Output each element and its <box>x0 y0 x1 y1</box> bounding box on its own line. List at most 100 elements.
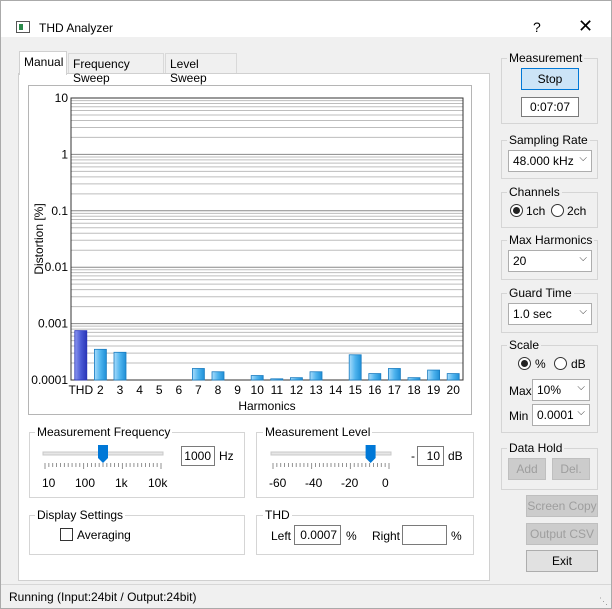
bar-12 <box>289 377 303 381</box>
x-tick-label: 9 <box>234 383 241 397</box>
x-tick-label: 19 <box>427 383 441 397</box>
output-csv-button[interactable]: Output CSV <box>526 523 598 545</box>
status-bar: Running (Input:24bit / Output:24bit) ⋱ <box>1 584 611 608</box>
level-slider-ticks <box>272 463 390 469</box>
elapsed-time: 0:07:07 <box>521 97 579 117</box>
y-axis-label: Distortion [%] <box>32 203 46 274</box>
bar-13 <box>309 371 323 381</box>
bar-11 <box>270 378 284 381</box>
scale-db-radio[interactable] <box>554 357 567 370</box>
thd-left-label: Left <box>271 529 292 543</box>
averaging-label: Averaging <box>77 528 131 542</box>
chevron-down-icon: ⌵ <box>579 306 587 317</box>
harmonics-chart-svg: 10 1 0.1 0.01 0.001 0.0001THD 2 3 4 5 6 7 8 9 10 11 12 13… <box>31 91 464 413</box>
level-sign: - <box>411 449 415 463</box>
frequency-unit: Hz <box>219 449 234 463</box>
scale-min-select[interactable]: 0.0001 ⌵ <box>532 404 590 426</box>
level-tick-40: -40 <box>305 476 323 490</box>
close-button[interactable]: ✕ <box>578 16 593 37</box>
harmonics-chart: 10 1 0.1 0.01 0.001 0.0001 THD 2 3 4 5 6 7 8 9 10 11 12 13… <box>28 85 472 415</box>
frequency-slider-ticks <box>44 463 162 469</box>
x-tick-label: 15 <box>349 383 363 397</box>
resize-grip-icon[interactable]: ⋱ <box>599 596 609 606</box>
guard-time-select[interactable]: 1.0 sec ⌵ <box>508 303 592 325</box>
channels-title: Channels <box>507 185 562 199</box>
x-axis-label: Harmonics <box>238 399 295 413</box>
channel-1ch-radio[interactable] <box>510 204 523 217</box>
sampling-rate-select[interactable]: 48.000 kHz ⌵ <box>508 150 592 172</box>
y-tick-label: 1 <box>61 147 68 161</box>
level-slider[interactable] <box>269 441 399 477</box>
level-unit: dB <box>448 449 463 463</box>
display-settings-title: Display Settings <box>35 508 126 522</box>
x-tick-label: 2 <box>97 383 104 397</box>
x-tick-label: 8 <box>215 383 222 397</box>
app-icon <box>16 21 30 33</box>
frequency-tick-1k: 1k <box>115 476 128 490</box>
guard-time-title: Guard Time <box>507 286 574 300</box>
guard-time-value: 1.0 sec <box>513 307 552 321</box>
frequency-tick-10: 10 <box>42 476 56 490</box>
sampling-rate-value: 48.000 kHz <box>513 154 574 168</box>
bar-2 <box>94 348 107 381</box>
scale-max-value: 10% <box>537 383 562 397</box>
chevron-down-icon: ⌵ <box>577 382 585 393</box>
measurement-frequency-title: Measurement Frequency <box>35 425 173 439</box>
scale-title: Scale <box>507 338 542 352</box>
x-tick-label: 13 <box>309 383 323 397</box>
frequency-input[interactable]: 1000 <box>181 446 215 466</box>
channel-1ch-label: 1ch <box>526 204 546 218</box>
x-tick-label: 10 <box>251 383 265 397</box>
level-tick-20: -20 <box>341 476 359 490</box>
x-tick-label: 6 <box>175 383 182 397</box>
plot-area <box>71 98 463 380</box>
frequency-tick-10k: 10k <box>148 476 168 490</box>
channel-2ch-radio[interactable] <box>551 204 564 217</box>
delete-button[interactable]: Del. <box>552 458 590 480</box>
max-harmonics-select[interactable]: 20 ⌵ <box>508 250 592 272</box>
x-tick-label: 18 <box>407 383 421 397</box>
channel-2ch-label: 2ch <box>567 204 587 218</box>
x-tick-label: THD <box>68 383 93 397</box>
x-tick-label: 16 <box>368 383 382 397</box>
x-tick-label: 20 <box>447 383 461 397</box>
bar-7 <box>191 368 205 381</box>
title-bar: THD Analyzer ? ✕ <box>1 1 611 37</box>
window-title: THD Analyzer <box>39 21 114 35</box>
x-tick-label: 3 <box>117 383 124 397</box>
chevron-down-icon: ⌵ <box>577 407 585 418</box>
tab-frequency-sweep[interactable]: Frequency Sweep <box>68 53 164 85</box>
data-hold-title: Data Hold <box>507 441 565 455</box>
scale-max-label: Max <box>509 384 532 398</box>
scale-db-label: dB <box>571 357 586 371</box>
y-tick-label: 0.1 <box>51 204 68 218</box>
measurement-level-title: Measurement Level <box>263 425 373 439</box>
screen-copy-button[interactable]: Screen Copy <box>526 495 598 517</box>
scale-max-select[interactable]: 10% ⌵ <box>532 379 590 401</box>
thd-analyzer-window: THD Analyzer ? ✕ Manual Frequency Sweep … <box>0 0 612 609</box>
y-tick-label: 0.01 <box>45 260 69 274</box>
frequency-slider[interactable] <box>41 441 171 477</box>
thd-right-value <box>402 525 447 545</box>
level-input[interactable]: 10 <box>417 446 444 466</box>
tab-level-sweep[interactable]: Level Sweep <box>165 53 237 85</box>
thd-left-unit: % <box>346 529 357 543</box>
tab-manual[interactable]: Manual <box>19 51 67 75</box>
scale-percent-label: % <box>535 357 546 371</box>
measurement-title: Measurement <box>507 51 585 65</box>
x-tick-label: 5 <box>156 383 163 397</box>
level-slider-thumb <box>365 445 376 463</box>
max-harmonics-title: Max Harmonics <box>507 233 595 247</box>
help-button[interactable]: ? <box>533 19 541 35</box>
exit-button[interactable]: Exit <box>526 550 598 572</box>
scale-percent-radio[interactable] <box>518 357 531 370</box>
averaging-checkbox[interactable] <box>60 528 73 541</box>
bar-3 <box>113 351 127 381</box>
bar-16 <box>368 373 382 381</box>
add-button[interactable]: Add <box>508 458 546 480</box>
y-tick-label: 0.001 <box>38 317 68 331</box>
stop-button[interactable]: Stop <box>521 68 579 90</box>
bar-THD <box>74 330 88 381</box>
bar-15 <box>348 354 362 381</box>
chevron-down-icon: ⌵ <box>579 253 587 264</box>
